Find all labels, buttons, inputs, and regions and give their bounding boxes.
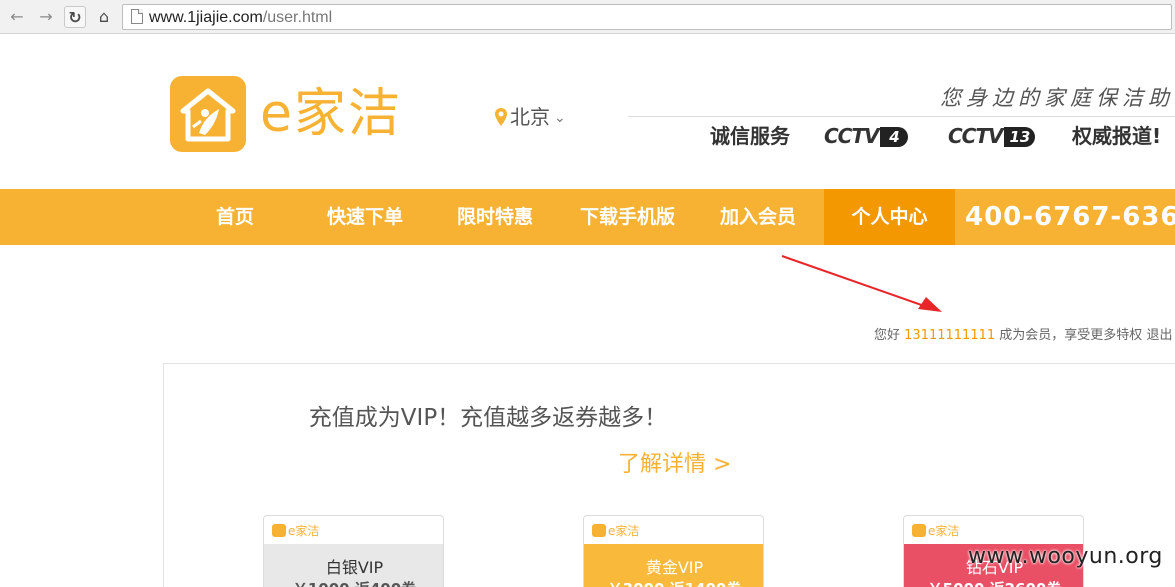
- cctv13-logo: CCTV 13: [948, 124, 1036, 148]
- media-right-text: 权威报道!: [1072, 124, 1162, 148]
- logo-house-icon: [170, 76, 246, 152]
- cctv13-number: 13: [1004, 127, 1036, 147]
- nav-quick-order[interactable]: 快速下单: [315, 189, 415, 245]
- logout-link[interactable]: 退出: [1146, 328, 1172, 343]
- hotline-number: 400-6767-636: [965, 202, 1175, 232]
- cctv4-logo: CCTV 4: [824, 124, 909, 148]
- media-left-text: 诚信服务: [710, 124, 790, 148]
- card-logo: e家洁: [592, 522, 639, 539]
- card-price: ￥5000 返2600券: [904, 578, 1083, 587]
- url-host: www.1jiajie.com: [149, 9, 263, 26]
- url-path: /user.html: [262, 9, 333, 26]
- card-price: ￥1000 返400券: [264, 578, 443, 587]
- card-price: ￥3000 返1400券: [584, 578, 763, 587]
- mini-house-icon: [592, 524, 606, 537]
- nav-join-member[interactable]: 加入会员: [708, 189, 808, 245]
- reload-icon[interactable]: ↻: [64, 6, 86, 28]
- slogan: 您身边的家庭保洁助手: [940, 86, 1175, 110]
- card-logo-text: e家洁: [288, 524, 320, 538]
- card-logo-text: e家洁: [608, 524, 640, 538]
- vip-card-silver[interactable]: e家洁 白银VIP ￥1000 返400券: [263, 515, 444, 587]
- watermark: www.wooyun.org: [968, 544, 1163, 569]
- nav-limited-offer[interactable]: 限时特惠: [445, 189, 545, 245]
- vip-card-gold[interactable]: e家洁 黄金VIP ￥3000 返1400券: [583, 515, 764, 587]
- mini-house-icon: [912, 524, 926, 537]
- divider: [628, 116, 1175, 117]
- annotation-arrow-icon: [781, 255, 942, 312]
- city-name: 北京: [510, 105, 550, 129]
- city-selector[interactable]: 北京 ⌄: [494, 104, 566, 131]
- mini-house-icon: [272, 524, 286, 537]
- greeting-suffix: 成为会员，享受更多特权: [999, 328, 1143, 343]
- card-logo: e家洁: [272, 522, 319, 539]
- logo-wordmark: e家洁: [260, 84, 402, 144]
- cctv13-word: CCTV: [948, 124, 1003, 148]
- vip-headline: 充值成为VIP！充值越多返券越多！: [308, 405, 668, 431]
- main-nav: 首页 快速下单 限时特惠 下载手机版 加入会员 个人中心 400-6767-63…: [0, 189, 1175, 245]
- back-arrow-icon[interactable]: ←: [6, 6, 28, 28]
- user-greeting: 您好 13111111111 成为会员，享受更多特权 退出: [874, 324, 1172, 343]
- location-pin-icon: [495, 108, 507, 126]
- url-text[interactable]: www.1jiajie.com/user.html: [149, 9, 332, 27]
- page-icon: [131, 9, 143, 24]
- card-title: 黄金VIP: [645, 558, 704, 577]
- card-logo: e家洁: [912, 522, 959, 539]
- learn-more-link[interactable]: 了解详情 >: [618, 446, 731, 478]
- site-logo[interactable]: e家洁: [170, 76, 430, 152]
- card-logo-text: e家洁: [928, 524, 960, 538]
- address-bar[interactable]: www.1jiajie.com/user.html: [122, 4, 1172, 30]
- nav-user-center[interactable]: 个人中心: [824, 189, 955, 245]
- chevron-down-icon: ⌄: [554, 110, 566, 126]
- greeting-prefix: 您好: [874, 328, 901, 343]
- cctv4-number: 4: [880, 127, 909, 147]
- browser-toolbar: ← → ↻ ⌂ www.1jiajie.com/user.html: [0, 0, 1175, 34]
- home-icon[interactable]: ⌂: [93, 6, 115, 28]
- card-title: 白银VIP: [325, 558, 384, 577]
- nav-home[interactable]: 首页: [190, 189, 280, 245]
- cctv4-word: CCTV: [824, 124, 879, 148]
- nav-download-app[interactable]: 下载手机版: [570, 189, 685, 245]
- forward-arrow-icon[interactable]: →: [35, 6, 57, 28]
- user-phone[interactable]: 13111111111: [904, 328, 995, 343]
